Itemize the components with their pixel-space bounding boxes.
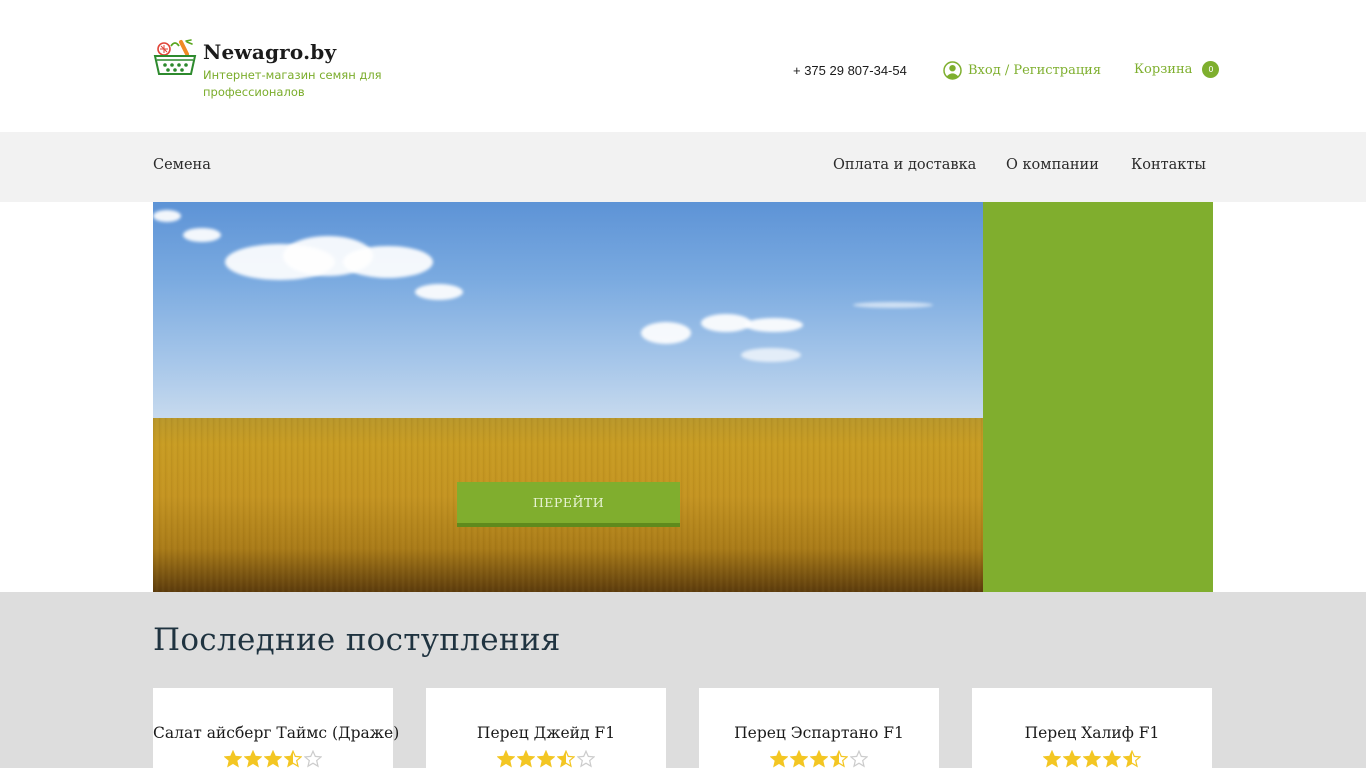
nav-item-seeds[interactable]: Семена (153, 157, 211, 173)
star-full-icon (224, 750, 242, 768)
hero-slider: ПЕРЕЙТИ (153, 202, 983, 592)
login-register-link[interactable]: Вход / Регистрация (943, 61, 1101, 80)
cloud (343, 246, 433, 278)
star-half-icon (284, 750, 302, 768)
nav-item-about[interactable]: О компании (1006, 157, 1099, 173)
cart-count-badge: 0 (1202, 61, 1220, 78)
star-full-icon (497, 750, 515, 768)
cloud (415, 284, 463, 300)
nav-item-payment-delivery[interactable]: Оплата и доставка (833, 157, 976, 173)
product-card[interactable]: Перец Джейд F1 (426, 688, 666, 778)
cloud (641, 322, 691, 344)
star-empty-icon (577, 750, 595, 768)
latest-arrivals-title: Последние поступления (153, 622, 561, 658)
login-register-label: Вход / Регистрация (968, 63, 1102, 78)
brand-name[interactable]: Newagro.by (203, 40, 336, 64)
star-full-icon (1103, 750, 1121, 768)
product-name[interactable]: Салат айсберг Таймс (Драже) (153, 724, 399, 742)
cloud (745, 318, 803, 332)
star-full-icon (1083, 750, 1101, 768)
brand-tagline: Интернет-магазин семян для профессионало… (203, 68, 382, 99)
rating-stars (426, 750, 666, 768)
product-name[interactable]: Перец Эспартано F1 (699, 724, 939, 742)
product-name[interactable]: Перец Джейд F1 (426, 724, 666, 742)
main-nav: Семена Оплата и доставка О компании Конт… (0, 132, 1366, 202)
star-full-icon (790, 750, 808, 768)
star-full-icon (244, 750, 262, 768)
star-full-icon (1043, 750, 1061, 768)
star-full-icon (770, 750, 788, 768)
star-empty-icon (304, 750, 322, 768)
hero-side-panel (983, 202, 1213, 592)
product-card[interactable]: Перец Халиф F1 (972, 688, 1212, 778)
rating-stars (153, 750, 393, 768)
cloud (853, 302, 933, 308)
nav-item-contacts[interactable]: Контакты (1131, 157, 1206, 173)
cart-link[interactable]: Корзина 0 (1134, 61, 1220, 78)
phone-number[interactable]: + 375 29 807-34-54 (793, 63, 907, 78)
star-full-icon (1063, 750, 1081, 768)
cloud (701, 314, 751, 332)
cloud (183, 228, 221, 242)
rating-stars (972, 750, 1212, 768)
star-full-icon (264, 750, 282, 768)
cloud (741, 348, 801, 362)
star-half-icon (830, 750, 848, 768)
cloud (153, 210, 181, 222)
star-full-icon (810, 750, 828, 768)
basket-logo-icon[interactable] (153, 38, 197, 78)
latest-arrivals-section: Последние поступления Салат айсберг Тайм… (0, 592, 1366, 778)
rating-stars (699, 750, 939, 768)
user-circle-icon (943, 61, 962, 80)
star-empty-icon (850, 750, 868, 768)
cart-label: Корзина (1134, 62, 1193, 77)
star-half-icon (557, 750, 575, 768)
hero-go-button[interactable]: ПЕРЕЙТИ (457, 482, 680, 527)
star-full-icon (537, 750, 555, 768)
product-card[interactable]: Салат айсберг Таймс (Драже) (153, 688, 399, 778)
product-card[interactable]: Перец Эспартано F1 (699, 688, 939, 778)
star-half-icon (1123, 750, 1141, 768)
star-full-icon (517, 750, 535, 768)
product-name[interactable]: Перец Халиф F1 (972, 724, 1212, 742)
hero-sky (153, 202, 983, 422)
site-header: Newagro.by Интернет-магазин семян для пр… (0, 0, 1366, 132)
